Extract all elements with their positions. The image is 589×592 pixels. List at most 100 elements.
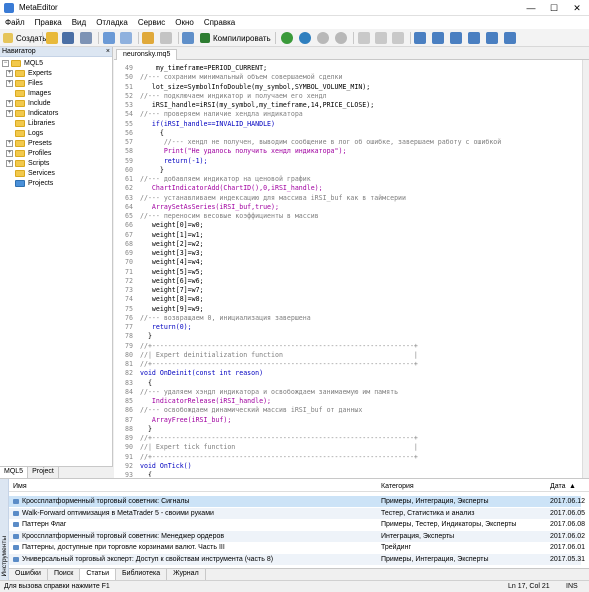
tree-item-services[interactable]: Services: [15, 168, 55, 178]
outdent-button[interactable]: [504, 31, 516, 45]
clear-bookmarks-button[interactable]: [468, 31, 480, 45]
column-name[interactable]: Имя: [13, 482, 27, 492]
play-icon: [281, 32, 293, 44]
expand-icon[interactable]: +: [6, 99, 13, 107]
redo-button[interactable]: [160, 31, 172, 45]
minimize-button[interactable]: —: [520, 0, 542, 16]
play-history-icon: [299, 32, 311, 44]
tab-library[interactable]: Библиотека: [116, 569, 168, 580]
toolbox-toggle-button[interactable]: [120, 31, 132, 45]
collapse-icon[interactable]: −: [2, 59, 9, 67]
table-row[interactable]: Универсальный торговый эксперт: Доступ к…: [9, 553, 585, 565]
menu-service[interactable]: Сервис: [133, 18, 170, 27]
step-out-icon: [392, 32, 404, 44]
tab-journal[interactable]: Журнал: [167, 569, 206, 580]
article-icon: [13, 533, 19, 539]
tree-item-projects[interactable]: Projects: [15, 178, 53, 188]
pause-button[interactable]: [317, 31, 329, 45]
tree-item-libraries[interactable]: Libraries: [15, 118, 55, 128]
vertical-scrollbar[interactable]: [582, 60, 589, 478]
table-row[interactable]: Паттерн Флаг Примеры, Тестер, Индикаторы,…: [9, 519, 585, 530]
navigator-toggle-button[interactable]: [103, 31, 115, 45]
table-row[interactable]: Кроссплатформенный торговый советник: Ме…: [9, 530, 585, 542]
step-out-button[interactable]: [392, 31, 404, 45]
menu-edit[interactable]: Правка: [30, 18, 67, 27]
folder-icon: [15, 99, 25, 107]
stop-icon: [335, 32, 347, 44]
maximize-button[interactable]: ☐: [543, 0, 565, 16]
outdent-icon: [504, 32, 516, 44]
navigator-panel: Навигатор × − MQL5 + Experts + Files Image…: [0, 47, 113, 478]
expand-icon[interactable]: +: [6, 159, 13, 167]
code-area[interactable]: 49 my_timeframe=PERIOD_CURRENT; 50//--- с…: [114, 63, 582, 477]
compile-button[interactable]: Компилировать: [200, 31, 271, 45]
column-date[interactable]: Дата: [550, 482, 566, 492]
tab-errors[interactable]: Ошибки: [9, 569, 48, 580]
expand-icon[interactable]: +: [6, 109, 13, 117]
tree-label: Images: [28, 89, 51, 97]
save-button[interactable]: [62, 31, 74, 45]
step-into-button[interactable]: [358, 31, 370, 45]
indent-button[interactable]: [486, 31, 498, 45]
tab-articles[interactable]: Статьи: [80, 569, 117, 580]
styler-button[interactable]: [182, 31, 194, 45]
tree-item-images[interactable]: Images: [15, 88, 51, 98]
tab-mql5[interactable]: MQL5: [0, 467, 29, 478]
tab-project[interactable]: Project: [28, 467, 59, 478]
table-row[interactable]: Walk-Forward оптимизация в MetaTrader 5 …: [9, 507, 585, 519]
tree-item-experts[interactable]: + Experts: [6, 68, 52, 78]
navigator-close-icon[interactable]: ×: [106, 47, 110, 57]
table-row[interactable]: Кроссплатформенный торговый советник: Си…: [9, 496, 585, 507]
folder-icon: [15, 89, 25, 97]
tree-item-include[interactable]: + Include: [6, 98, 51, 108]
close-button[interactable]: ✕: [566, 0, 588, 16]
tree-item-files[interactable]: + Files: [6, 78, 43, 88]
create-button[interactable]: Создать: [3, 31, 46, 45]
folder-icon: [15, 109, 25, 117]
undo-button[interactable]: [142, 31, 154, 45]
menu-view[interactable]: Вид: [67, 18, 91, 27]
column-category[interactable]: Категория: [381, 482, 414, 492]
folder-icon: [15, 159, 25, 167]
menu-window[interactable]: Окно: [170, 18, 199, 27]
open-button[interactable]: [46, 31, 58, 45]
code-text: {: [140, 471, 152, 477]
expand-icon[interactable]: +: [6, 79, 13, 87]
folder-icon: [11, 59, 21, 67]
expand-icon[interactable]: +: [6, 149, 13, 157]
toolbar-separator: [353, 32, 354, 44]
tree-label: Files: [28, 79, 43, 87]
tab-search[interactable]: Поиск: [48, 569, 81, 580]
expand-icon[interactable]: +: [6, 139, 13, 147]
menu-file[interactable]: Файл: [0, 18, 30, 27]
menu-help[interactable]: Справка: [199, 18, 240, 27]
tree-item-scripts[interactable]: + Scripts: [6, 158, 49, 168]
save-all-button[interactable]: [80, 31, 92, 45]
list-icon: [468, 32, 480, 44]
tree-root-mql5[interactable]: − MQL5: [2, 58, 43, 68]
tree-item-indicators[interactable]: + Indicators: [6, 108, 58, 118]
toggle-bookmark-button[interactable]: [450, 31, 462, 45]
folder-icon: [15, 119, 25, 127]
expand-icon[interactable]: +: [6, 69, 13, 77]
start-debug-button[interactable]: [281, 31, 293, 45]
toolbar-separator: [42, 32, 43, 44]
metaeditor-icon: [4, 2, 14, 13]
table-row[interactable]: Паттерны, доступные при торговле корзина…: [9, 542, 585, 553]
tree-item-presets[interactable]: + Presets: [6, 138, 52, 148]
menu-bar: Файл Правка Вид Отладка Сервис Окно Спра…: [0, 16, 589, 29]
tab-neuronsky-file[interactable]: neuronsky.mq5: [116, 49, 178, 60]
stop-button[interactable]: [335, 31, 347, 45]
tree-item-logs[interactable]: Logs: [15, 128, 43, 138]
tree-item-profiles[interactable]: + Profiles: [6, 148, 51, 158]
cell-name: Универсальный торговый эксперт: Доступ к…: [22, 555, 274, 563]
article-icon: [13, 556, 19, 562]
toolbar-separator: [138, 32, 139, 44]
next-bookmark-button[interactable]: [414, 31, 426, 45]
step-over-button[interactable]: [375, 31, 387, 45]
menu-debug[interactable]: Отладка: [91, 18, 133, 27]
navigator-tabs: MQL5 Project: [0, 466, 113, 478]
code-line[interactable]: 93 {: [114, 470, 152, 477]
prev-bookmark-button[interactable]: [432, 31, 444, 45]
start-history-button[interactable]: [299, 31, 311, 45]
